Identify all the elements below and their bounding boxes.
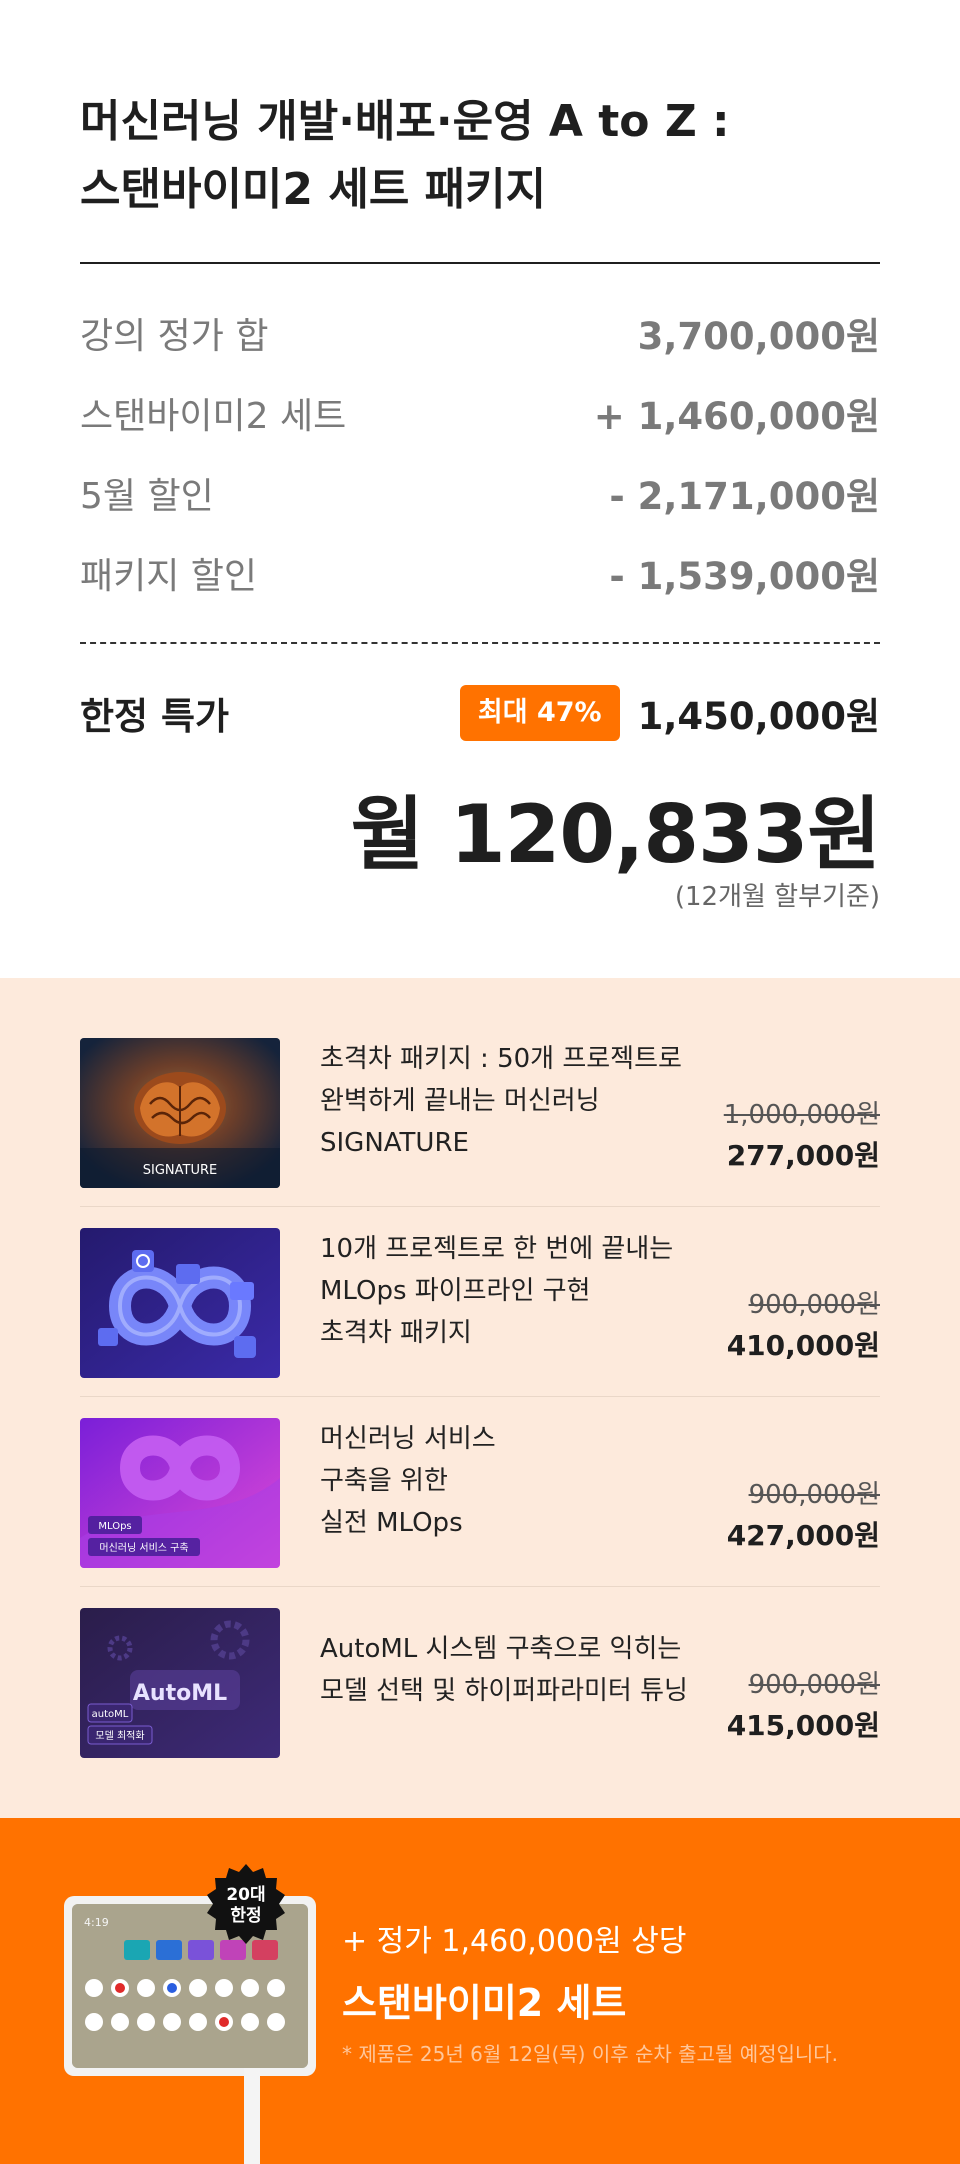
infinity-loop-icon: MLOps 머신러닝 서비스 구축 [80, 1418, 280, 1568]
sale-price: 415,000원 [726, 1709, 880, 1742]
course-title: 머신러닝 서비스 구축을 위한 실전 MLOps [320, 1418, 720, 1544]
course-title-line: 머신러닝 서비스 [320, 1424, 496, 1454]
course-title-line: 초격차 패키지 : 50개 프로젝트로 [320, 1044, 682, 1074]
course-item-practical-mlops[interactable]: MLOps 머신러닝 서비스 구축 머신러닝 서비스 구축을 위한 실전 MLO… [80, 1418, 880, 1608]
course-divider [80, 1396, 880, 1397]
thumbnail-tag: 머신러닝 서비스 구축 [99, 1542, 188, 1554]
price-row-label: 5월 할인 [80, 476, 214, 517]
title-line-2: 스탠바이미2 세트 패키지 [80, 164, 547, 215]
course-title-line: 모델 선택 및 하이퍼파라미터 튜닝 [320, 1676, 688, 1706]
price-row-label: 패키지 할인 [80, 556, 258, 597]
course-thumbnail [80, 1228, 280, 1378]
price-summary-section: 머신러닝 개발·배포·운영 A to Z : 스탠바이미2 세트 패키지 강의 … [0, 0, 960, 978]
title-line-1: 머신러닝 개발·배포·운영 A to Z : [80, 96, 730, 147]
device-clock: 4:19 [84, 1916, 109, 1929]
tv-stand [244, 2068, 260, 2164]
special-price-label: 한정 특가 [80, 695, 230, 738]
bonus-value-text: + 정가 1,460,000원 상당 [342, 1924, 687, 1959]
bonus-product-name: 스탠바이미2 세트 [342, 1981, 627, 2025]
course-thumbnail: MLOps 머신러닝 서비스 구축 [80, 1418, 280, 1568]
course-title-line: 구축을 위한 [320, 1466, 448, 1496]
gear-icon: AutoML autoML 모델 최적화 [80, 1608, 280, 1758]
infinity-pipeline-icon [80, 1228, 280, 1378]
course-title-line: MLOps 파이프라인 구현 [320, 1276, 591, 1306]
thumbnail-title: AutoML [133, 1681, 227, 1706]
original-price: 1,000,000원 [723, 1100, 880, 1130]
special-price-row: 한정 특가 최대 47% 1,450,000원 [80, 684, 880, 742]
price-row-value: - 2,171,000원 [609, 475, 880, 518]
sale-price: 410,000원 [726, 1329, 880, 1362]
course-item-automl[interactable]: AutoML autoML 모델 최적화 AutoML 시스템 구축으로 익히는… [80, 1608, 880, 1798]
course-divider [80, 1206, 880, 1207]
discount-badge: 최대 47% [459, 685, 620, 741]
limited-seal-badge: 20대 한정 [207, 1864, 285, 1944]
course-title-line: 10개 프로젝트로 한 번에 끝내는 [320, 1234, 674, 1264]
original-price: 900,000원 [748, 1290, 880, 1320]
course-title-line: 실전 MLOps [320, 1508, 463, 1538]
course-title-line: 초격차 패키지 [320, 1318, 472, 1348]
course-title: 초격차 패키지 : 50개 프로젝트로 완벽하게 끝내는 머신러닝 SIGNAT… [320, 1038, 720, 1164]
thumbnail-caption: SIGNATURE [143, 1163, 217, 1178]
bonus-product-banner: 4:19 20대 한정 + 정가 1,460,000원 상당 스탠바이미2 세트… [0, 1818, 960, 2164]
price-row-value: 3,700,000원 [637, 315, 880, 358]
price-row-label: 스탠바이미2 세트 [80, 396, 347, 437]
sale-price: 427,000원 [726, 1519, 880, 1552]
title-divider [80, 262, 880, 264]
price-row-label: 강의 정가 합 [80, 316, 269, 357]
monthly-price: 월 120,833원 [350, 788, 881, 881]
course-title-line: AutoML 시스템 구축으로 익히는 [320, 1634, 682, 1664]
course-title: 10개 프로젝트로 한 번에 끝내는 MLOps 파이프라인 구현 초격차 패키… [320, 1228, 720, 1354]
price-row-standbyme: 스탠바이미2 세트 + 1,460,000원 [80, 383, 880, 443]
dashed-divider [80, 642, 880, 644]
course-title: AutoML 시스템 구축으로 익히는 모델 선택 및 하이퍼파라미터 튜닝 [320, 1628, 720, 1712]
sale-price: 277,000원 [726, 1139, 880, 1172]
course-divider [80, 1586, 880, 1587]
price-row-may-discount: 5월 할인 - 2,171,000원 [80, 463, 880, 523]
thumbnail-tag: autoML [92, 1709, 129, 1720]
brain-illustration-icon: SIGNATURE [80, 1038, 280, 1188]
course-title-line: 완벽하게 끝내는 머신러닝 [320, 1086, 600, 1116]
price-row-value: - 1,539,000원 [609, 555, 880, 598]
course-title-line: SIGNATURE [320, 1128, 469, 1158]
course-thumbnail: SIGNATURE [80, 1038, 280, 1188]
seal-line-2: 한정 [230, 1906, 261, 1926]
thumbnail-tag: 모델 최적화 [95, 1730, 144, 1742]
course-item-signature[interactable]: SIGNATURE 초격차 패키지 : 50개 프로젝트로 완벽하게 끝내는 머… [80, 1038, 880, 1228]
installment-note: (12개월 할부기준) [674, 882, 880, 912]
shipping-notice: * 제품은 25년 6월 12일(목) 이후 순차 출고될 예정입니다. [342, 2042, 839, 2066]
course-list-section: SIGNATURE 초격차 패키지 : 50개 프로젝트로 완벽하게 끝내는 머… [0, 978, 960, 1818]
special-price-value: 1,450,000원 [637, 695, 880, 738]
seal-line-1: 20대 [226, 1885, 265, 1905]
price-row-value: + 1,460,000원 [593, 395, 880, 438]
original-price: 900,000원 [748, 1670, 880, 1700]
course-item-mlops-pipeline[interactable]: 10개 프로젝트로 한 번에 끝내는 MLOps 파이프라인 구현 초격차 패키… [80, 1228, 880, 1418]
course-thumbnail: AutoML autoML 모델 최적화 [80, 1608, 280, 1758]
original-price: 900,000원 [748, 1480, 880, 1510]
page-title: 머신러닝 개발·배포·운영 A to Z : 스탠바이미2 세트 패키지 [80, 88, 900, 224]
price-row-package-discount: 패키지 할인 - 1,539,000원 [80, 543, 880, 603]
price-row-list-total: 강의 정가 합 3,700,000원 [80, 303, 880, 363]
thumbnail-tag: MLOps [98, 1521, 131, 1532]
